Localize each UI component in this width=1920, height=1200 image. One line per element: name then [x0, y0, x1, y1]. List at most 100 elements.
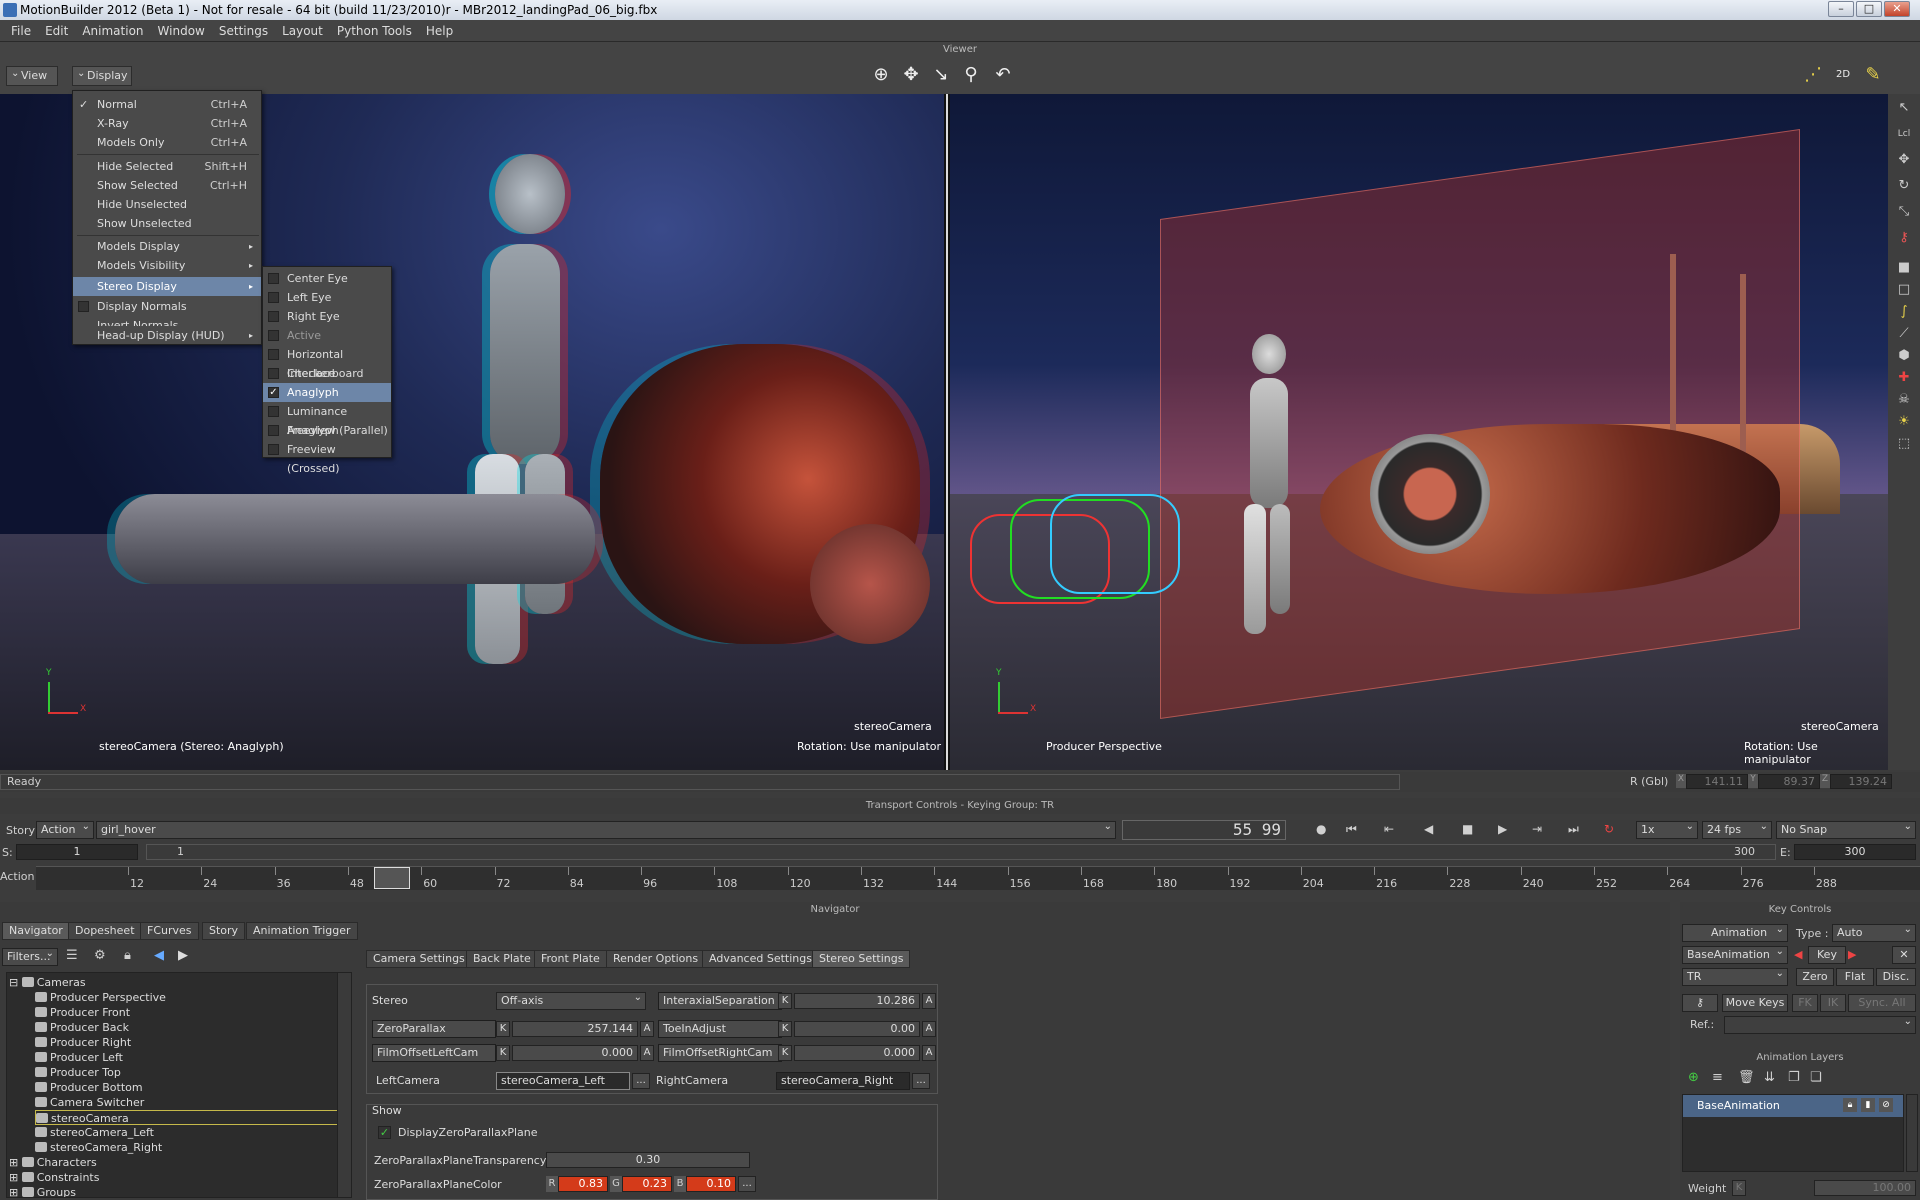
- zeroparallax-key-button[interactable]: K: [496, 1021, 510, 1037]
- skull-icon[interactable]: ☠: [1894, 390, 1914, 410]
- orbit-icon[interactable]: ⊕: [868, 62, 894, 88]
- menu-item-anaglyph[interactable]: ✓ Anaglyph: [263, 383, 391, 402]
- layer-mute-icon[interactable]: ⊘: [1879, 1098, 1893, 1112]
- snap-dropdown[interactable]: No Snap: [1776, 819, 1916, 839]
- marker-icon[interactable]: ✚: [1894, 368, 1914, 388]
- lock-icon[interactable]: 🔒︎: [124, 948, 131, 963]
- view-button[interactable]: View: [6, 65, 58, 86]
- frame-icon[interactable]: ⬚: [1894, 434, 1914, 454]
- menu-item-hud-row[interactable]: Head-up Display (HUD) ▸: [72, 326, 262, 345]
- menu-help[interactable]: Help: [419, 24, 460, 38]
- menu-layout[interactable]: Layout: [275, 24, 330, 38]
- transparency-slider[interactable]: 0.30: [546, 1152, 750, 1168]
- zero-button[interactable]: Zero: [1796, 968, 1834, 986]
- stereo-dropdown[interactable]: Off-axis: [496, 990, 646, 1010]
- loop-icon[interactable]: ↻: [1604, 822, 1614, 836]
- start-frame-field[interactable]: 1: [16, 844, 138, 860]
- menu-item-horizontal-interlace[interactable]: Horizontal Interlace: [263, 345, 391, 380]
- bone-icon[interactable]: ⟋: [1894, 324, 1914, 344]
- tab-camera-settings[interactable]: Camera Settings: [366, 950, 472, 968]
- layer-options-icon[interactable]: ❏: [1810, 1070, 1822, 1085]
- timeline[interactable]: 12 24 36 48 60 72 84 96 108 120 132 144 156 168 180 192…: [36, 866, 1920, 890]
- color-b-slider[interactable]: 0.10: [686, 1176, 736, 1192]
- display-plane-checkbox[interactable]: ✓: [378, 1126, 391, 1139]
- prev-key-icon[interactable]: ⇤: [1384, 822, 1394, 836]
- tab-animation-trigger[interactable]: Animation Trigger: [246, 922, 358, 940]
- local-icon[interactable]: Lcl: [1894, 124, 1914, 144]
- action-dropdown[interactable]: Action: [36, 819, 94, 839]
- color-r-slider[interactable]: 0.83: [558, 1176, 608, 1192]
- pan-icon[interactable]: ✥: [898, 62, 924, 88]
- select-icon[interactable]: ↖: [1894, 98, 1914, 118]
- cube-wire-icon[interactable]: □: [1894, 280, 1914, 300]
- menu-item-show-selected[interactable]: Show Selected Ctrl+H: [73, 176, 261, 195]
- tree-item[interactable]: Producer Perspective: [35, 990, 166, 1005]
- tab-front-plate[interactable]: Front Plate: [534, 950, 607, 968]
- menu-item-freeview-crossed[interactable]: Freeview (Crossed): [263, 440, 391, 475]
- take-dropdown[interactable]: girl_hover: [96, 819, 1116, 839]
- fps-dropdown[interactable]: 24 fps: [1702, 819, 1772, 839]
- tree-item[interactable]: Producer Front: [35, 1005, 130, 1020]
- filmright-slider[interactable]: 0.000: [794, 1045, 920, 1061]
- keyframe-toggle-icon[interactable]: ⚷: [1682, 994, 1718, 1012]
- dolly-icon[interactable]: ↘: [928, 62, 954, 88]
- translate-icon[interactable]: ✥: [1894, 150, 1914, 170]
- tree-item[interactable]: stereoCamera_Right: [35, 1140, 162, 1155]
- toein-anim-button[interactable]: A: [922, 1021, 936, 1037]
- goto-start-icon[interactable]: ⏮: [1346, 822, 1357, 837]
- next-key-btn-icon[interactable]: ▶: [1848, 948, 1856, 961]
- keying-group-dropdown[interactable]: TR: [1682, 966, 1788, 986]
- tree-item[interactable]: Producer Top: [35, 1065, 121, 1080]
- tab-story[interactable]: Story: [202, 922, 246, 940]
- delete-layer-icon[interactable]: 🗑︎: [1738, 1070, 1755, 1085]
- menu-file[interactable]: File: [4, 24, 38, 38]
- coord-x-field[interactable]: 141.11: [1686, 774, 1748, 789]
- tree-item[interactable]: Producer Left: [35, 1050, 123, 1065]
- filters-dropdown[interactable]: Filters...: [2, 946, 58, 966]
- leftcamera-browse-button[interactable]: ...: [632, 1073, 650, 1089]
- menu-item-models-display[interactable]: Models Display ▸: [73, 237, 261, 256]
- tree-node-characters[interactable]: ⊞ Characters: [9, 1155, 97, 1170]
- tree-item[interactable]: stereoCamera_Left: [35, 1125, 154, 1140]
- filmright-anim-button[interactable]: A: [922, 1045, 936, 1061]
- interaxial-slider[interactable]: 10.286: [794, 993, 920, 1009]
- menu-item-center-eye[interactable]: Center Eye: [263, 269, 391, 288]
- tab-dopesheet[interactable]: Dopesheet: [68, 922, 142, 940]
- hexagon-icon[interactable]: ⬢: [1894, 346, 1914, 366]
- sync-all-button[interactable]: Sync. All: [1848, 994, 1916, 1012]
- maximize-button[interactable]: □: [1856, 1, 1882, 17]
- menu-item-hide-unselected[interactable]: Hide Unselected: [73, 195, 261, 214]
- rotate-icon[interactable]: ↶: [990, 62, 1016, 88]
- rightcamera-browse-button[interactable]: ...: [912, 1073, 930, 1089]
- tab-back-plate[interactable]: Back Plate: [466, 950, 538, 968]
- range-slider[interactable]: 1 300: [146, 844, 1776, 860]
- prev-key-btn-icon[interactable]: ◀: [1794, 948, 1802, 961]
- key-icon[interactable]: ⚷: [1894, 228, 1914, 248]
- menu-item-left-eye[interactable]: Left Eye: [263, 288, 391, 307]
- menu-edit[interactable]: Edit: [38, 24, 75, 38]
- tree-node-groups[interactable]: ⊞ Groups: [9, 1185, 76, 1197]
- tree-node-constraints[interactable]: ⊞ Constraints: [9, 1170, 99, 1185]
- filmleft-key-button[interactable]: K: [496, 1045, 510, 1061]
- delete-key-button[interactable]: ✕: [1892, 946, 1916, 964]
- back-icon[interactable]: ◀: [154, 948, 164, 963]
- coord-y-field[interactable]: 89.37: [1758, 774, 1820, 789]
- color-g-slider[interactable]: 0.23: [622, 1176, 672, 1192]
- tree-item[interactable]: Producer Right: [35, 1035, 131, 1050]
- type-dropdown[interactable]: Auto: [1832, 922, 1916, 942]
- zeroparallax-anim-button[interactable]: A: [640, 1021, 654, 1037]
- key-button[interactable]: Key: [1808, 946, 1846, 964]
- record-icon[interactable]: ●: [1316, 822, 1326, 836]
- layer-lock-icon[interactable]: 🔒︎: [1843, 1098, 1857, 1112]
- menu-item-models-only[interactable]: Models Only Ctrl+A: [73, 133, 261, 152]
- menu-item-checkerboard[interactable]: Checkerboard: [263, 364, 391, 383]
- menu-item-show-unselected[interactable]: Show Unselected: [73, 214, 261, 233]
- disc-button[interactable]: Disc.: [1876, 968, 1916, 986]
- menu-item-normal[interactable]: ✓ Normal Ctrl+A: [73, 95, 261, 114]
- weight-slider[interactable]: 100.00: [1814, 1180, 1916, 1196]
- toein-slider[interactable]: 0.00: [794, 1021, 920, 1037]
- layer-solo-icon[interactable]: ▮: [1861, 1098, 1875, 1112]
- minimize-button[interactable]: –: [1828, 1, 1854, 17]
- interaxial-key-button[interactable]: K: [778, 993, 792, 1009]
- filmleft-anim-button[interactable]: A: [640, 1045, 654, 1061]
